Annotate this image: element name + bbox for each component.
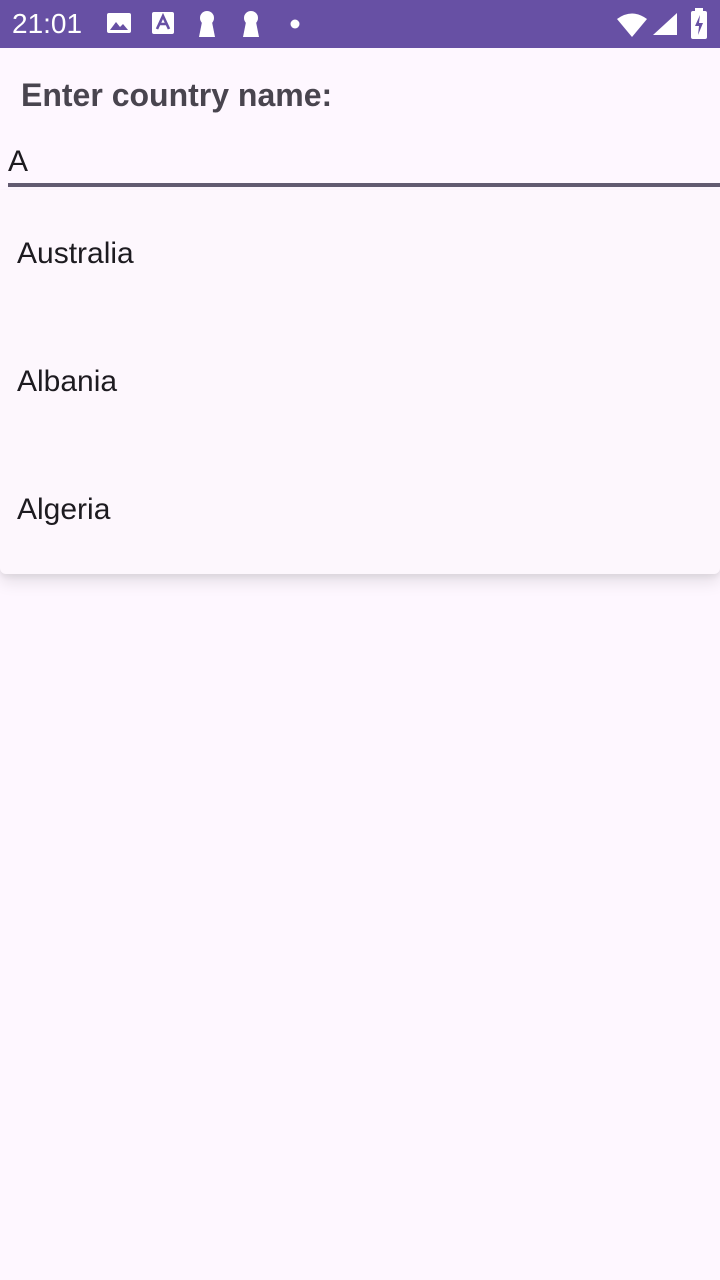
text-a-icon [151,10,175,36]
status-bar: 21:01 [0,0,720,48]
suggestions-dropdown: Australia Albania Algeria [0,190,720,574]
dot-icon [289,18,301,30]
main-content: Enter country name: Australia Albania Al… [0,48,720,1280]
suggestion-item-albania[interactable]: Albania [0,318,720,446]
image-icon [106,10,132,36]
input-underline [8,183,720,187]
suggestion-item-australia[interactable]: Australia [0,190,720,318]
country-name-input[interactable] [8,136,720,188]
status-time: 21:01 [12,8,83,39]
signal-icon [652,12,678,36]
wifi-icon [616,12,648,38]
suggestion-item-algeria[interactable]: Algeria [0,446,720,574]
country-name-label: Enter country name: [21,77,333,113]
battery-icon [690,8,708,40]
keyhole-icon [240,10,262,38]
keyhole-icon [196,10,218,38]
